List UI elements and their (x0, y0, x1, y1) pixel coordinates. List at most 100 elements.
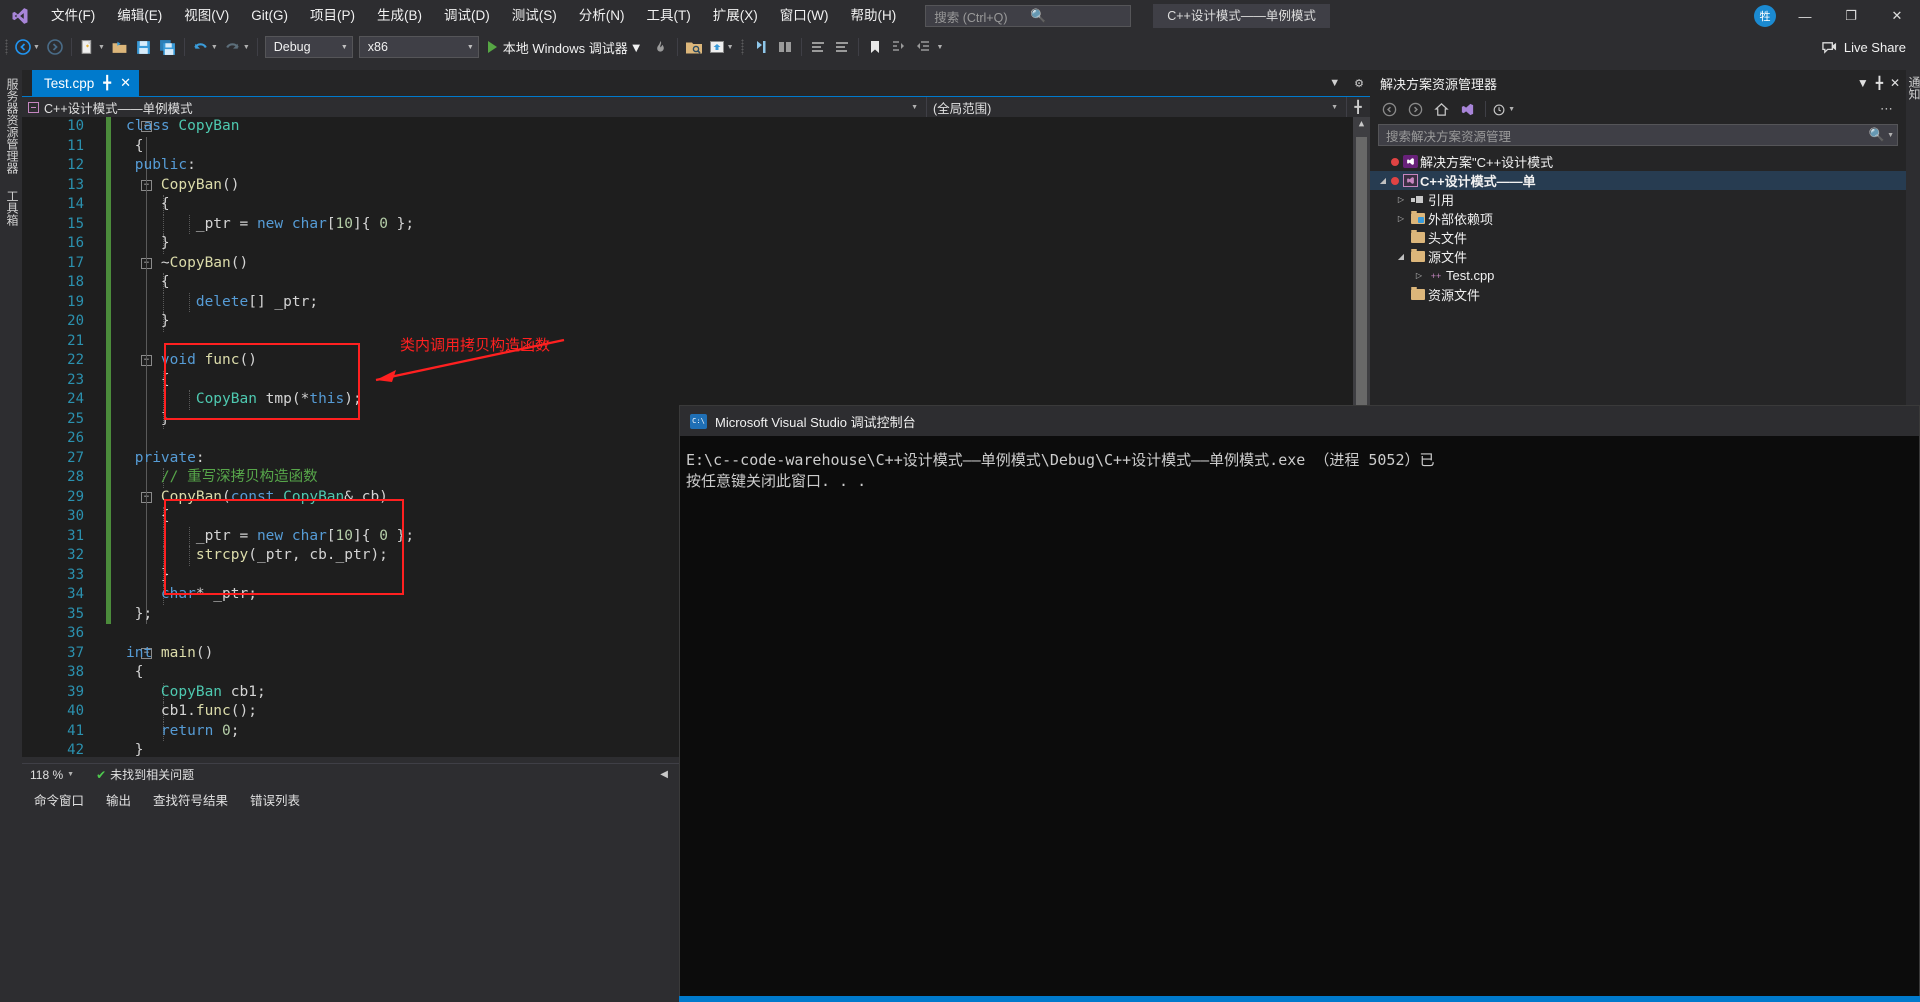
platform-dropdown[interactable]: x86 ▼ (358, 36, 479, 58)
close-icon[interactable]: ✕ (1890, 76, 1900, 90)
tree-item[interactable]: 解决方案"C++设计模式 (1370, 152, 1906, 171)
chevron-collapsed-icon[interactable]: ▷ (1412, 271, 1426, 280)
tree-item[interactable]: ◢ 源文件 (1370, 247, 1906, 266)
pin-icon[interactable]: ╋ (1876, 76, 1883, 90)
panel-tab-error-list[interactable]: 错误列表 (250, 790, 300, 809)
gear-icon[interactable]: ⚙ (1354, 77, 1364, 90)
preview-icon[interactable]: ▼ (706, 35, 737, 59)
tree-item[interactable]: ▷ 外部依赖项 (1370, 209, 1906, 228)
tree-item[interactable]: ▷ 引用 (1370, 190, 1906, 209)
code-line[interactable]: 20 } (22, 312, 1370, 332)
tree-item[interactable]: ◢ C++设计模式——单 (1370, 171, 1906, 190)
code-line[interactable]: 14 { (22, 195, 1370, 215)
chevron-expanded-icon[interactable]: ◢ (1376, 176, 1390, 185)
code-line[interactable]: 13− CopyBan() (22, 175, 1370, 195)
nav-forward-icon[interactable] (43, 35, 67, 59)
start-debugging-button[interactable]: 本地 Windows 调试器 ▼ (482, 35, 649, 59)
minimize-button[interactable]: — (1782, 0, 1828, 32)
zoom-level[interactable]: 118 % (30, 768, 63, 782)
uncomment-icon[interactable] (830, 35, 854, 59)
solution-search-input[interactable]: 搜索解决方案资源管理 🔍 ▼ (1378, 124, 1898, 146)
hot-reload-icon[interactable] (649, 35, 673, 59)
find-in-files-icon[interactable] (682, 35, 706, 59)
step-over-icon[interactable] (773, 35, 797, 59)
code-line[interactable]: 21 (22, 331, 1370, 351)
overflow-icon[interactable]: ⋯ (1875, 98, 1898, 120)
bookmark-icon[interactable] (863, 35, 887, 59)
forward-icon[interactable] (1404, 98, 1427, 120)
close-button[interactable]: ✕ (1874, 0, 1920, 32)
code-line[interactable]: 23 { (22, 370, 1370, 390)
chevron-down-icon[interactable]: ▼ (98, 44, 105, 51)
navbar-scope-dropdown[interactable]: C++设计模式——单例模式 ▼ (22, 96, 927, 118)
navbar-member-dropdown[interactable]: (全局范围) ▼ (927, 96, 1347, 118)
new-file-icon[interactable]: ▼ (76, 35, 108, 59)
configuration-dropdown[interactable]: Debug ▼ (264, 36, 353, 58)
back-icon[interactable] (1378, 98, 1401, 120)
menu-tools[interactable]: 工具(T) (636, 0, 702, 32)
code-line[interactable]: 11 { (22, 136, 1370, 156)
code-line[interactable]: 18 { (22, 273, 1370, 293)
menu-git[interactable]: Git(G) (240, 0, 299, 32)
vtab-notifications[interactable]: 通知 (1904, 70, 1920, 106)
search-input[interactable]: 搜索 (Ctrl+Q) 🔍 (925, 5, 1132, 27)
chevron-down-icon[interactable]: ▼ (1887, 132, 1894, 139)
menu-view[interactable]: 视图(V) (173, 0, 240, 32)
decrease-indent-icon[interactable] (911, 35, 935, 59)
tree-item[interactable]: 资源文件 (1370, 285, 1906, 304)
code-line[interactable]: 10− class CopyBan (22, 117, 1370, 137)
menu-test[interactable]: 测试(S) (501, 0, 568, 32)
comment-icon[interactable] (806, 35, 830, 59)
menu-project[interactable]: 项目(P) (299, 0, 366, 32)
menu-edit[interactable]: 编辑(E) (106, 0, 173, 32)
menu-file[interactable]: 文件(F) (40, 0, 106, 32)
toolbar-grip[interactable] (0, 32, 12, 62)
undo-icon[interactable]: ▼ (189, 35, 221, 59)
save-icon[interactable] (132, 35, 156, 59)
chevron-down-icon[interactable]: ▼ (33, 44, 40, 51)
chevron-down-icon[interactable]: ▼ (1857, 76, 1869, 90)
split-view-icon[interactable]: ╋ (1347, 97, 1369, 118)
toolbar-overflow-icon[interactable]: ▼ (937, 44, 944, 51)
increase-indent-icon[interactable] (887, 35, 911, 59)
save-all-icon[interactable] (156, 35, 180, 59)
scroll-up-icon[interactable]: ▲ (1353, 117, 1370, 129)
chevron-collapsed-icon[interactable]: ▷ (1394, 195, 1408, 204)
chevron-down-icon[interactable]: ▼ (1508, 106, 1515, 113)
chevron-down-icon[interactable]: ▼ (211, 44, 218, 51)
panel-tab-command-window[interactable]: 命令窗口 (34, 790, 84, 809)
code-line[interactable]: 17− ~CopyBan() (22, 253, 1370, 273)
menu-window[interactable]: 窗口(W) (769, 0, 840, 32)
tab-test-cpp[interactable]: Test.cpp ╋ ✕ (32, 70, 140, 96)
pending-changes-icon[interactable]: ▼ (1492, 98, 1515, 120)
menu-extensions[interactable]: 扩展(X) (702, 0, 769, 32)
debug-console-window[interactable]: C:\ Microsoft Visual Studio 调试控制台 E:\c--… (679, 405, 1920, 1002)
panel-tab-output[interactable]: 输出 (106, 790, 131, 809)
code-line[interactable]: 16 } (22, 234, 1370, 254)
code-line[interactable]: 19 delete[] _ptr; (22, 292, 1370, 312)
code-line[interactable]: 15 _ptr = new char[10]{ 0 }; (22, 214, 1370, 234)
chevron-down-icon[interactable]: ▼ (1329, 77, 1340, 89)
step-into-icon[interactable] (749, 35, 773, 59)
chevron-down-icon[interactable]: ▼ (243, 44, 250, 51)
close-icon[interactable]: ✕ (120, 75, 131, 91)
pin-icon[interactable]: ╋ (103, 75, 111, 91)
horizontal-scroll-left-icon[interactable]: ◀ (660, 769, 680, 780)
maximize-button[interactable]: ❐ (1828, 0, 1874, 32)
account-avatar[interactable]: 牲 (1748, 0, 1782, 32)
chevron-down-icon[interactable]: ▼ (727, 44, 734, 51)
panel-tab-find-symbol-results[interactable]: 查找符号结果 (153, 790, 228, 809)
chevron-collapsed-icon[interactable]: ▷ (1394, 214, 1408, 223)
nav-back-icon[interactable]: ▼ (12, 35, 43, 59)
menu-debug[interactable]: 调试(D) (433, 0, 501, 32)
live-share-button[interactable]: Live Share (1821, 32, 1906, 62)
code-line[interactable]: 12 public: (22, 156, 1370, 176)
switch-views-icon[interactable] (1456, 98, 1479, 120)
chevron-expanded-icon[interactable]: ◢ (1394, 252, 1408, 261)
tree-item[interactable]: ▷ ++ Test.cpp (1370, 266, 1906, 285)
redo-icon[interactable]: ▼ (221, 35, 253, 59)
menu-build[interactable]: 生成(B) (366, 0, 433, 32)
code-line[interactable]: 22− void func() (22, 351, 1370, 371)
chevron-down-icon[interactable]: ▼ (630, 40, 643, 55)
tree-item[interactable]: 头文件 (1370, 228, 1906, 247)
